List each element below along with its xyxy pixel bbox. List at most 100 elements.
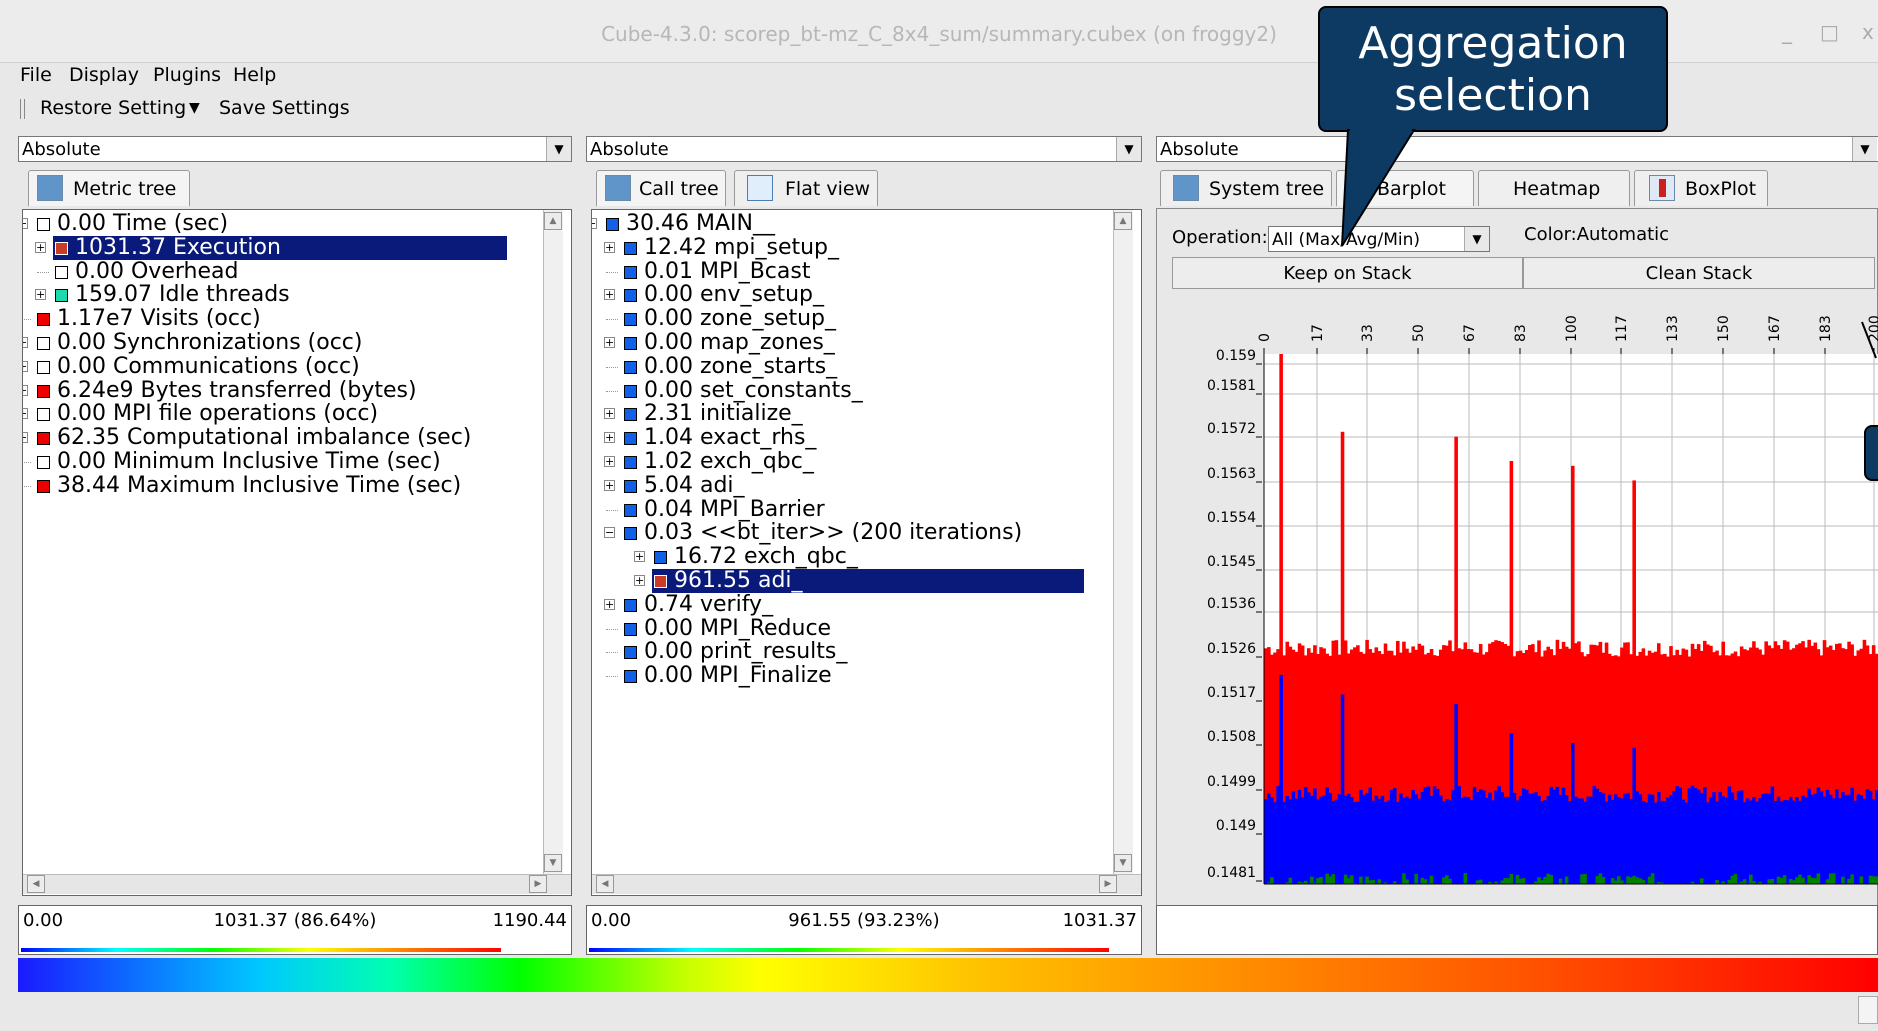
min-bar: [1558, 878, 1563, 884]
tab-flat-view[interactable]: Flat view: [734, 170, 878, 206]
clean-stack-button[interactable]: Clean Stack: [1523, 257, 1875, 289]
expand-toggle-icon[interactable]: +: [23, 384, 28, 396]
call-tree-node[interactable]: 961.55 adi_: [652, 569, 1084, 593]
tab-call-tree[interactable]: Call tree: [596, 170, 726, 206]
expand-toggle-icon[interactable]: +: [604, 408, 615, 420]
avg-bar: [1273, 802, 1277, 884]
expand-toggle-icon[interactable]: +: [604, 432, 615, 444]
expand-toggle-icon[interactable]: +: [23, 360, 28, 372]
avg-bar: [1577, 798, 1581, 884]
menu-file[interactable]: File: [20, 64, 52, 86]
min-bar: [1349, 875, 1354, 884]
offscreen-callout-pointer: [1861, 321, 1877, 359]
min-bar: [1518, 878, 1523, 884]
avg-bar: [1709, 797, 1713, 884]
color-square-icon: [624, 408, 637, 422]
avg-bar: [1574, 796, 1578, 884]
menu-plugins[interactable]: Plugins: [153, 64, 221, 86]
min-bar: [1346, 878, 1351, 884]
color-square-icon: [624, 598, 637, 612]
maximize-button[interactable]: □: [1820, 20, 1839, 44]
scroll-down-icon[interactable]: ▼: [544, 854, 562, 872]
expand-toggle-icon[interactable]: +: [23, 408, 28, 420]
tab-call-tree-label: Call tree: [639, 178, 719, 200]
expand-toggle-icon[interactable]: +: [604, 289, 615, 301]
min-bar: [1868, 875, 1873, 884]
avg-bar: [1405, 796, 1409, 884]
dropdown-arrow-icon[interactable]: ▼: [189, 100, 200, 116]
offscreen-callout: [1864, 425, 1878, 481]
save-settings-button[interactable]: Save Settings: [219, 97, 350, 119]
expand-toggle-icon[interactable]: +: [604, 479, 615, 491]
avg-bar: [1696, 789, 1701, 884]
expand-toggle-icon[interactable]: +: [634, 575, 645, 586]
min-bar: [1328, 876, 1333, 884]
avg-bar: [1475, 792, 1480, 884]
avg-bar: [1776, 796, 1781, 884]
min-bar: [1598, 873, 1603, 884]
x-tick-label: 0: [1257, 333, 1273, 342]
restore-setting-button[interactable]: Restore Setting: [40, 97, 186, 119]
call-node-label: 0.00 print_results_: [644, 639, 848, 665]
call-node-label: 0.00 env_setup_: [644, 282, 825, 308]
avg-bar: [1788, 796, 1793, 884]
keep-on-stack-button[interactable]: Keep on Stack: [1172, 257, 1523, 289]
avg-bar: [1571, 742, 1575, 884]
call-vertical-scrollbar[interactable]: ▲ ▼: [1113, 210, 1133, 874]
metric-vertical-scrollbar[interactable]: ▲ ▼: [543, 210, 563, 874]
call-value-mode-select[interactable]: Absolute ▼: [586, 136, 1142, 162]
min-bar: [1801, 877, 1805, 884]
avg-bar: [1752, 797, 1756, 884]
tab-metric-tree[interactable]: Metric tree: [28, 170, 190, 206]
avg-bar: [1503, 796, 1508, 884]
expand-toggle-icon[interactable]: +: [35, 289, 46, 301]
menu-display[interactable]: Display: [69, 64, 139, 86]
tab-heatmap[interactable]: Heatmap: [1478, 170, 1630, 206]
tree-connector: [606, 390, 618, 392]
expand-toggle-icon[interactable]: −: [23, 218, 28, 229]
metric-tree-node[interactable]: 1031.37 Execution: [53, 235, 507, 260]
color-square-icon: [37, 337, 50, 350]
expand-toggle-icon[interactable]: −: [604, 527, 615, 539]
call-horizontal-scrollbar[interactable]: ◀ ▶: [592, 874, 1141, 894]
expand-toggle-icon[interactable]: +: [604, 241, 615, 253]
tab-system-tree[interactable]: System tree: [1160, 170, 1332, 206]
metric-horizontal-scrollbar[interactable]: ◀ ▶: [23, 874, 571, 894]
scroll-down-icon[interactable]: ▼: [1114, 854, 1132, 872]
scroll-up-icon[interactable]: ▲: [544, 212, 562, 230]
avg-bar: [1580, 798, 1584, 884]
avg-bar: [1678, 787, 1683, 884]
tab-heatmap-label: Heatmap: [1513, 178, 1601, 200]
metric-value-mode-select[interactable]: Absolute ▼: [18, 136, 572, 162]
scroll-right-icon[interactable]: ▶: [1099, 875, 1117, 893]
expand-toggle-icon[interactable]: +: [23, 337, 28, 348]
scroll-right-icon[interactable]: ▶: [529, 875, 547, 893]
close-button[interactable]: x: [1862, 20, 1874, 44]
expand-toggle-icon[interactable]: +: [23, 432, 28, 444]
avg-bar: [1660, 800, 1664, 884]
minimize-button[interactable]: _: [1782, 20, 1792, 44]
min-bar: [1310, 876, 1314, 884]
scroll-up-icon[interactable]: ▲: [1114, 212, 1132, 230]
avg-bar: [1669, 795, 1673, 884]
avg-bar: [1460, 797, 1465, 884]
avg-bar: [1411, 790, 1415, 884]
call-node-label: 0.03 <<bt_iter>> (200 iterations): [644, 520, 1023, 546]
expand-toggle-icon[interactable]: +: [604, 456, 615, 467]
call-status-max: 1031.37: [1062, 910, 1137, 931]
expand-toggle-icon[interactable]: +: [634, 551, 645, 563]
avg-bar: [1380, 795, 1385, 884]
expand-toggle-icon[interactable]: +: [35, 241, 46, 253]
avg-bar: [1537, 796, 1541, 884]
expand-toggle-icon[interactable]: +: [604, 598, 615, 610]
tree-connector: [606, 676, 618, 678]
expand-toggle-icon[interactable]: +: [604, 337, 615, 348]
scroll-left-icon[interactable]: ◀: [596, 875, 614, 893]
expand-toggle-icon[interactable]: −: [592, 218, 597, 229]
system-value-mode-select[interactable]: Absolute ▼: [1156, 136, 1878, 162]
menu-help[interactable]: Help: [233, 64, 276, 86]
avg-bar: [1755, 801, 1759, 884]
tab-boxplot[interactable]: BoxPlot: [1634, 170, 1768, 206]
scroll-left-icon[interactable]: ◀: [27, 875, 45, 893]
x-tick-label: 100: [1564, 315, 1580, 342]
